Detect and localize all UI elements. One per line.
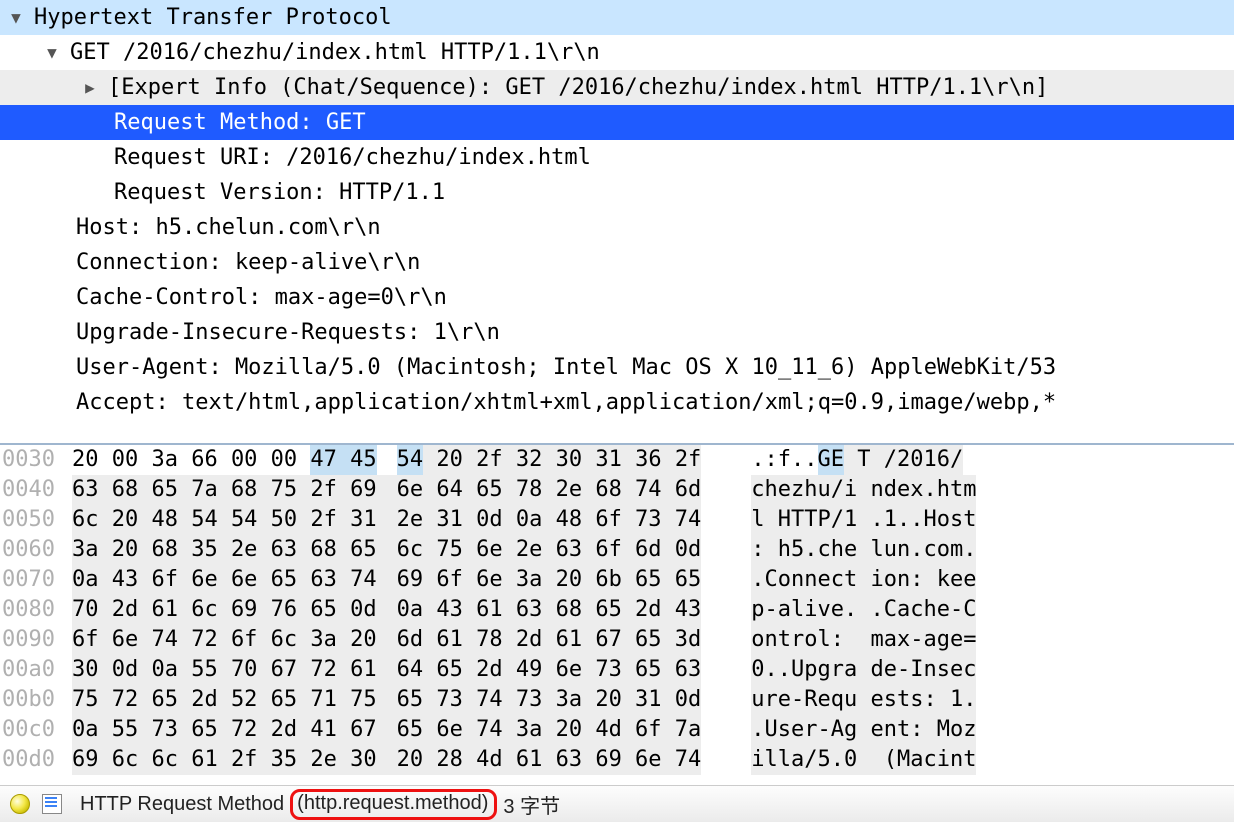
host-row[interactable]: Host: h5.chelun.com\r\n	[0, 210, 1234, 245]
expert-info-row[interactable]: [Expert Info (Chat/Sequence): GET /2016/…	[0, 70, 1234, 105]
hex-offset: 00c0	[0, 715, 62, 745]
expert-led-icon[interactable]	[10, 794, 30, 814]
hex-ascii: .:f..GE T /2016/	[701, 445, 963, 475]
hex-row[interactable]: 00506c 20 48 54 54 50 2f 312e 31 0d 0a 4…	[0, 505, 1234, 535]
connection-row[interactable]: Connection: keep-alive\r\n	[0, 245, 1234, 280]
hex-offset: 0060	[0, 535, 62, 565]
packet-details-pane[interactable]: Hypertext Transfer Protocol GET /2016/ch…	[0, 0, 1234, 443]
status-bar: HTTP Request Method (http.request.method…	[0, 785, 1234, 822]
hex-row[interactable]: 00906f 6e 74 72 6f 6c 3a 206d 61 78 2d 6…	[0, 625, 1234, 655]
app-window: Hypertext Transfer Protocol GET /2016/ch…	[0, 0, 1234, 822]
hex-row[interactable]: 00603a 20 68 35 2e 63 68 656c 75 6e 2e 6…	[0, 535, 1234, 565]
hex-offset: 0050	[0, 505, 62, 535]
connection-label: Connection: keep-alive\r\n	[76, 250, 420, 275]
hex-ascii: chezhu/i ndex.htm	[701, 475, 976, 505]
hex-row[interactable]: 003020 00 3a 66 00 00 47 4554 20 2f 32 3…	[0, 445, 1234, 475]
hex-row[interactable]: 008070 2d 61 6c 69 76 65 0d0a 43 61 63 6…	[0, 595, 1234, 625]
hex-bytes: 20 00 3a 66 00 00 47 4554 20 2f 32 30 31…	[62, 445, 701, 475]
hex-row[interactable]: 00c00a 55 73 65 72 2d 41 6765 6e 74 3a 2…	[0, 715, 1234, 745]
request-uri-label: Request URI: /2016/chezhu/index.html	[114, 145, 591, 170]
hex-bytes: 69 6c 6c 61 2f 35 2e 3020 28 4d 61 63 69…	[62, 745, 701, 775]
hex-bytes: 6f 6e 74 72 6f 6c 3a 206d 61 78 2d 61 67…	[62, 625, 701, 655]
hex-offset: 0090	[0, 625, 62, 655]
hex-row[interactable]: 00d069 6c 6c 61 2f 35 2e 3020 28 4d 61 6…	[0, 745, 1234, 775]
request-method-row[interactable]: Request Method: GET	[0, 105, 1234, 140]
expert-info-label: [Expert Info (Chat/Sequence): GET /2016/…	[108, 75, 1048, 100]
annotation-icon[interactable]	[42, 794, 62, 814]
hex-offset: 0070	[0, 565, 62, 595]
hex-bytes: 6c 20 48 54 54 50 2f 312e 31 0d 0a 48 6f…	[62, 505, 701, 535]
status-field-label: HTTP Request Method	[80, 793, 284, 816]
hex-ascii: .User-Ag ent: Moz	[701, 715, 976, 745]
hex-bytes: 75 72 65 2d 52 65 71 7565 73 74 73 3a 20…	[62, 685, 701, 715]
hex-ascii: .Connect ion: kee	[701, 565, 976, 595]
packet-bytes-pane[interactable]: 003020 00 3a 66 00 00 47 4554 20 2f 32 3…	[0, 443, 1234, 785]
hex-row[interactable]: 00700a 43 6f 6e 6e 65 63 7469 6f 6e 3a 2…	[0, 565, 1234, 595]
hex-bytes: 30 0d 0a 55 70 67 72 6164 65 2d 49 6e 73…	[62, 655, 701, 685]
request-version-row[interactable]: Request Version: HTTP/1.1	[0, 175, 1234, 210]
hex-offset: 0040	[0, 475, 62, 505]
upgrade-row[interactable]: Upgrade-Insecure-Requests: 1\r\n	[0, 315, 1234, 350]
expand-icon[interactable]	[80, 78, 100, 97]
hex-bytes: 0a 43 6f 6e 6e 65 63 7469 6f 6e 3a 20 6b…	[62, 565, 701, 595]
hex-bytes: 70 2d 61 6c 69 76 65 0d0a 43 61 63 68 65…	[62, 595, 701, 625]
hex-offset: 00b0	[0, 685, 62, 715]
hex-bytes: 63 68 65 7a 68 75 2f 696e 64 65 78 2e 68…	[62, 475, 701, 505]
hex-offset: 00a0	[0, 655, 62, 685]
request-uri-row[interactable]: Request URI: /2016/chezhu/index.html	[0, 140, 1234, 175]
request-line-row[interactable]: GET /2016/chezhu/index.html HTTP/1.1\r\n	[0, 35, 1234, 70]
protocol-root-row[interactable]: Hypertext Transfer Protocol	[0, 0, 1234, 35]
host-label: Host: h5.chelun.com\r\n	[76, 215, 381, 240]
cache-control-label: Cache-Control: max-age=0\r\n	[76, 285, 447, 310]
accept-label: Accept: text/html,application/xhtml+xml,…	[76, 390, 1056, 415]
hex-ascii: illa/5.0 (Macint	[701, 745, 976, 775]
expand-icon[interactable]	[42, 43, 62, 62]
hex-ascii: ure-Requ ests: 1.	[701, 685, 976, 715]
hex-row[interactable]: 00b075 72 65 2d 52 65 71 7565 73 74 73 3…	[0, 685, 1234, 715]
hex-row[interactable]: 00a030 0d 0a 55 70 67 72 6164 65 2d 49 6…	[0, 655, 1234, 685]
hex-row[interactable]: 004063 68 65 7a 68 75 2f 696e 64 65 78 2…	[0, 475, 1234, 505]
hex-bytes: 0a 55 73 65 72 2d 41 6765 6e 74 3a 20 4d…	[62, 715, 701, 745]
hex-ascii: 0..Upgra de-Insec	[701, 655, 976, 685]
hex-offset: 0030	[0, 445, 62, 475]
hex-ascii: l HTTP/1 .1..Host	[701, 505, 976, 535]
hex-offset: 0080	[0, 595, 62, 625]
hex-offset: 00d0	[0, 745, 62, 775]
user-agent-row[interactable]: User-Agent: Mozilla/5.0 (Macintosh; Inte…	[0, 350, 1234, 385]
cache-control-row[interactable]: Cache-Control: max-age=0\r\n	[0, 280, 1234, 315]
request-line-label: GET /2016/chezhu/index.html HTTP/1.1\r\n	[70, 40, 600, 65]
upgrade-label: Upgrade-Insecure-Requests: 1\r\n	[76, 320, 500, 345]
protocol-label: Hypertext Transfer Protocol	[34, 5, 392, 30]
hex-ascii: : h5.che lun.com.	[701, 535, 976, 565]
expand-icon[interactable]	[6, 8, 26, 27]
hex-ascii: p-alive. .Cache-C	[701, 595, 976, 625]
request-method-label: Request Method: GET	[114, 110, 366, 135]
accept-row[interactable]: Accept: text/html,application/xhtml+xml,…	[0, 385, 1234, 420]
status-bytes: 3 字节	[503, 790, 560, 819]
user-agent-label: User-Agent: Mozilla/5.0 (Macintosh; Inte…	[76, 355, 1056, 380]
request-version-label: Request Version: HTTP/1.1	[114, 180, 445, 205]
status-field-name: (http.request.method)	[290, 789, 497, 820]
hex-ascii: ontrol: max-age=	[701, 625, 976, 655]
hex-bytes: 3a 20 68 35 2e 63 68 656c 75 6e 2e 63 6f…	[62, 535, 701, 565]
